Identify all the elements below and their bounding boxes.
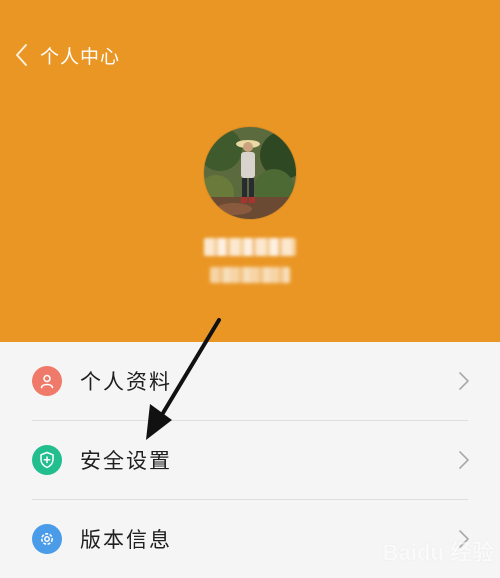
menu-item-label: 个人资料 [80, 370, 172, 394]
user-icon [32, 366, 62, 396]
menu-item-label: 版本信息 [80, 528, 172, 552]
nav-bar: 个人中心 [14, 40, 120, 70]
avatar[interactable] [204, 127, 296, 219]
profile-header: 个人中心 [0, 0, 500, 342]
gear-icon [32, 524, 62, 554]
menu-item-security[interactable]: 安全设置 [0, 421, 500, 499]
chevron-right-icon [458, 450, 470, 470]
shield-icon [32, 445, 62, 475]
menu-item-label: 安全设置 [80, 449, 172, 473]
menu-item-profile[interactable]: 个人资料 [0, 342, 500, 420]
chevron-right-icon [458, 371, 470, 391]
watermark: Baidu 经验 [382, 540, 494, 565]
page-title: 个人中心 [40, 45, 121, 68]
account-id-redacted [210, 267, 290, 283]
username-redacted [204, 238, 296, 256]
chevron-left-icon[interactable] [14, 41, 34, 69]
